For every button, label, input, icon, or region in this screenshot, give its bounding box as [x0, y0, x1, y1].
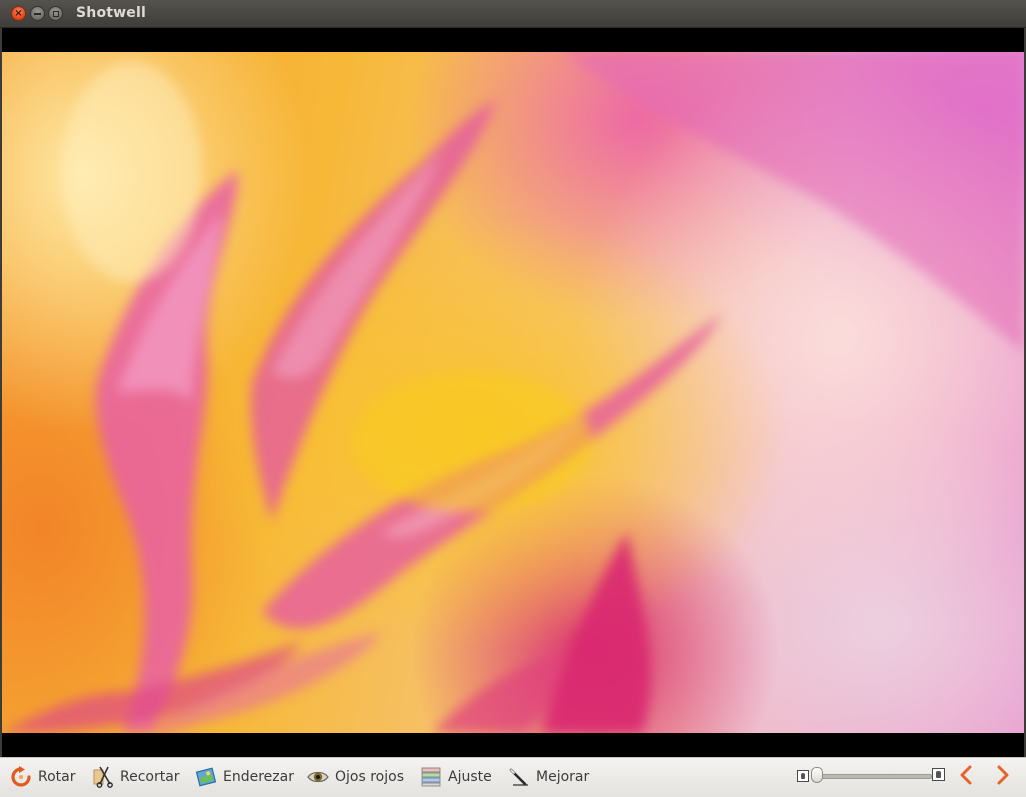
adjust-button[interactable]: Ajuste — [420, 764, 492, 790]
adjust-label: Ajuste — [448, 769, 492, 785]
redeye-label: Ojos rojos — [335, 769, 404, 785]
photo-viewer[interactable] — [2, 28, 1024, 757]
straighten-button[interactable]: Enderezar — [195, 764, 294, 790]
photo-image[interactable] — [2, 52, 1024, 733]
close-icon: × — [14, 7, 23, 19]
chevron-right-icon — [997, 765, 1009, 785]
enhance-label: Mejorar — [536, 769, 590, 785]
adjust-icon — [421, 767, 441, 787]
rotate-button[interactable]: Rotar — [10, 764, 76, 790]
maximize-icon — [52, 10, 59, 17]
eye-icon — [307, 771, 329, 783]
chevron-left-icon — [960, 765, 972, 785]
enhance-icon — [509, 768, 528, 786]
previous-photo-button[interactable] — [956, 764, 976, 786]
crop-label: Recortar — [120, 769, 180, 785]
straighten-label: Enderezar — [223, 769, 294, 785]
window-minimize-button[interactable] — [30, 6, 45, 21]
straighten-icon — [195, 767, 217, 787]
window-maximize-button[interactable] — [48, 6, 63, 21]
enhance-button[interactable]: Mejorar — [508, 764, 589, 790]
zoom-out-icon[interactable] — [797, 770, 809, 782]
zoom-in-icon[interactable] — [932, 768, 945, 781]
flower-petals — [2, 52, 1024, 733]
zoom-slider[interactable] — [814, 774, 932, 779]
crop-button[interactable]: Recortar — [92, 764, 180, 790]
rotate-icon — [11, 766, 31, 787]
rotate-label: Rotar — [38, 769, 76, 785]
minimize-icon — [34, 12, 41, 15]
next-photo-button[interactable] — [993, 764, 1013, 786]
zoom-slider-handle[interactable] — [811, 767, 823, 783]
window-title: Shotwell — [76, 5, 146, 21]
crop-icon — [93, 766, 113, 788]
window-titlebar[interactable]: × Shotwell — [0, 0, 1026, 28]
window-close-button[interactable]: × — [11, 6, 26, 21]
redeye-button[interactable]: Ojos rojos — [307, 764, 404, 790]
